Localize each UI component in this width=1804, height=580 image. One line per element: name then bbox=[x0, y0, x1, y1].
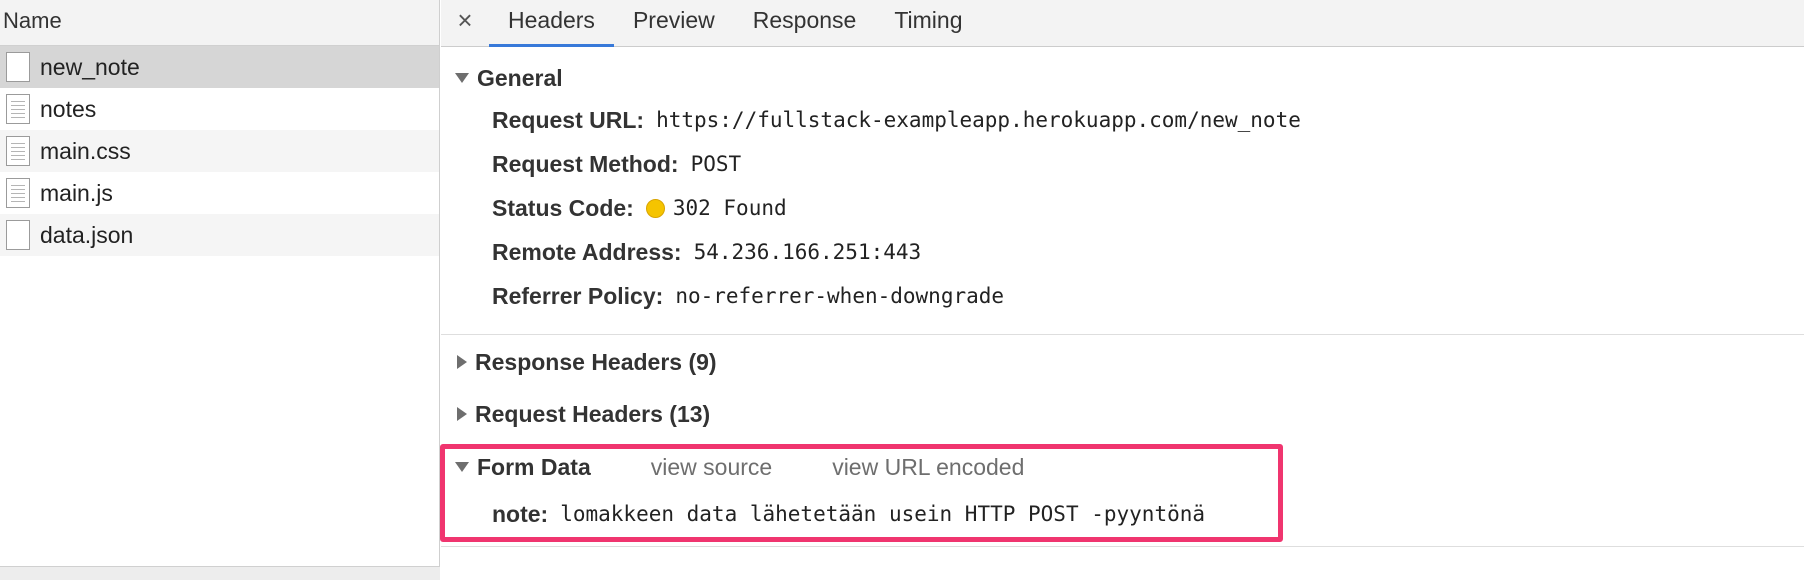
header-value: 54.236.166.251:443 bbox=[693, 240, 922, 264]
request-row-data-json[interactable]: data.json bbox=[0, 214, 439, 256]
request-url-row: Request URL: https://fullstack-exampleap… bbox=[441, 98, 1804, 142]
section-title: General bbox=[477, 64, 563, 91]
general-section: General Request URL: https://fullstack-e… bbox=[441, 58, 1804, 318]
document-file-icon bbox=[6, 94, 30, 124]
referrer-policy-row: Referrer Policy: no-referrer-when-downgr… bbox=[441, 274, 1804, 318]
details-tab-bar: × Headers Preview Response Timing bbox=[441, 0, 1804, 47]
header-value: no-referrer-when-downgrade bbox=[675, 284, 1005, 308]
section-divider bbox=[441, 334, 1804, 335]
blank-file-icon bbox=[6, 220, 30, 250]
triangle-down-icon bbox=[455, 73, 469, 83]
blank-file-icon bbox=[6, 52, 30, 82]
triangle-right-icon bbox=[457, 407, 467, 421]
request-row-new-note[interactable]: new_note bbox=[0, 46, 439, 88]
request-name: notes bbox=[40, 95, 97, 122]
request-headers-toggle[interactable]: Request Headers (13) bbox=[441, 394, 710, 434]
form-field-value: lomakkeen data lähetetään usein HTTP POS… bbox=[560, 502, 1206, 526]
remote-address-row: Remote Address: 54.236.166.251:443 bbox=[441, 230, 1804, 274]
status-bar bbox=[0, 566, 440, 580]
header-value: https://fullstack-exampleapp.herokuapp.c… bbox=[656, 108, 1301, 132]
header-key: Remote Address: bbox=[492, 238, 682, 265]
header-key: Request Method: bbox=[492, 150, 679, 177]
form-field-row: note: lomakkeen data lähetetään usein HT… bbox=[441, 492, 1205, 536]
tab-preview[interactable]: Preview bbox=[614, 0, 734, 46]
document-file-icon bbox=[6, 136, 30, 166]
form-field-key: note: bbox=[492, 500, 549, 527]
form-data-title[interactable]: Form Data bbox=[477, 454, 591, 481]
status-dot-icon bbox=[645, 198, 665, 218]
tab-response[interactable]: Response bbox=[734, 0, 876, 46]
name-column-header[interactable]: Name bbox=[0, 0, 439, 46]
section-title: Request Headers (13) bbox=[475, 400, 711, 427]
request-name: data.json bbox=[40, 221, 134, 248]
general-section-toggle[interactable]: General bbox=[441, 58, 1804, 98]
tab-timing[interactable]: Timing bbox=[875, 0, 981, 46]
request-name: main.js bbox=[40, 179, 113, 206]
header-key: Referrer Policy: bbox=[492, 282, 664, 309]
section-title: Response Headers (9) bbox=[475, 348, 717, 375]
close-icon[interactable]: × bbox=[441, 0, 489, 46]
triangle-down-icon[interactable] bbox=[455, 462, 469, 472]
header-key: Status Code: bbox=[492, 194, 634, 221]
request-details-panel: × Headers Preview Response Timing Genera… bbox=[440, 0, 1804, 580]
request-name: new_note bbox=[40, 53, 140, 80]
form-data-section: Form Data view source view URL encoded bbox=[441, 444, 1024, 490]
request-row-main-js[interactable]: main.js bbox=[0, 172, 439, 214]
view-source-link[interactable]: view source bbox=[651, 454, 772, 481]
view-url-encoded-link[interactable]: view URL encoded bbox=[832, 454, 1024, 481]
request-row-notes[interactable]: notes bbox=[0, 88, 439, 130]
triangle-right-icon bbox=[457, 355, 467, 369]
request-row-main-css[interactable]: main.css bbox=[0, 130, 439, 172]
section-divider bbox=[441, 546, 1804, 547]
document-file-icon bbox=[6, 178, 30, 208]
tab-headers[interactable]: Headers bbox=[489, 0, 614, 47]
request-list-panel: Name new_note notes main.css main.js dat… bbox=[0, 0, 440, 580]
status-code-row: Status Code: 302 Found bbox=[441, 186, 1804, 230]
response-headers-toggle[interactable]: Response Headers (9) bbox=[441, 342, 717, 382]
request-name: main.css bbox=[40, 137, 131, 164]
header-key: Request URL: bbox=[492, 106, 645, 133]
request-method-row: Request Method: POST bbox=[441, 142, 1804, 186]
header-value: 302 Found bbox=[672, 196, 787, 220]
header-value: POST bbox=[690, 152, 742, 176]
